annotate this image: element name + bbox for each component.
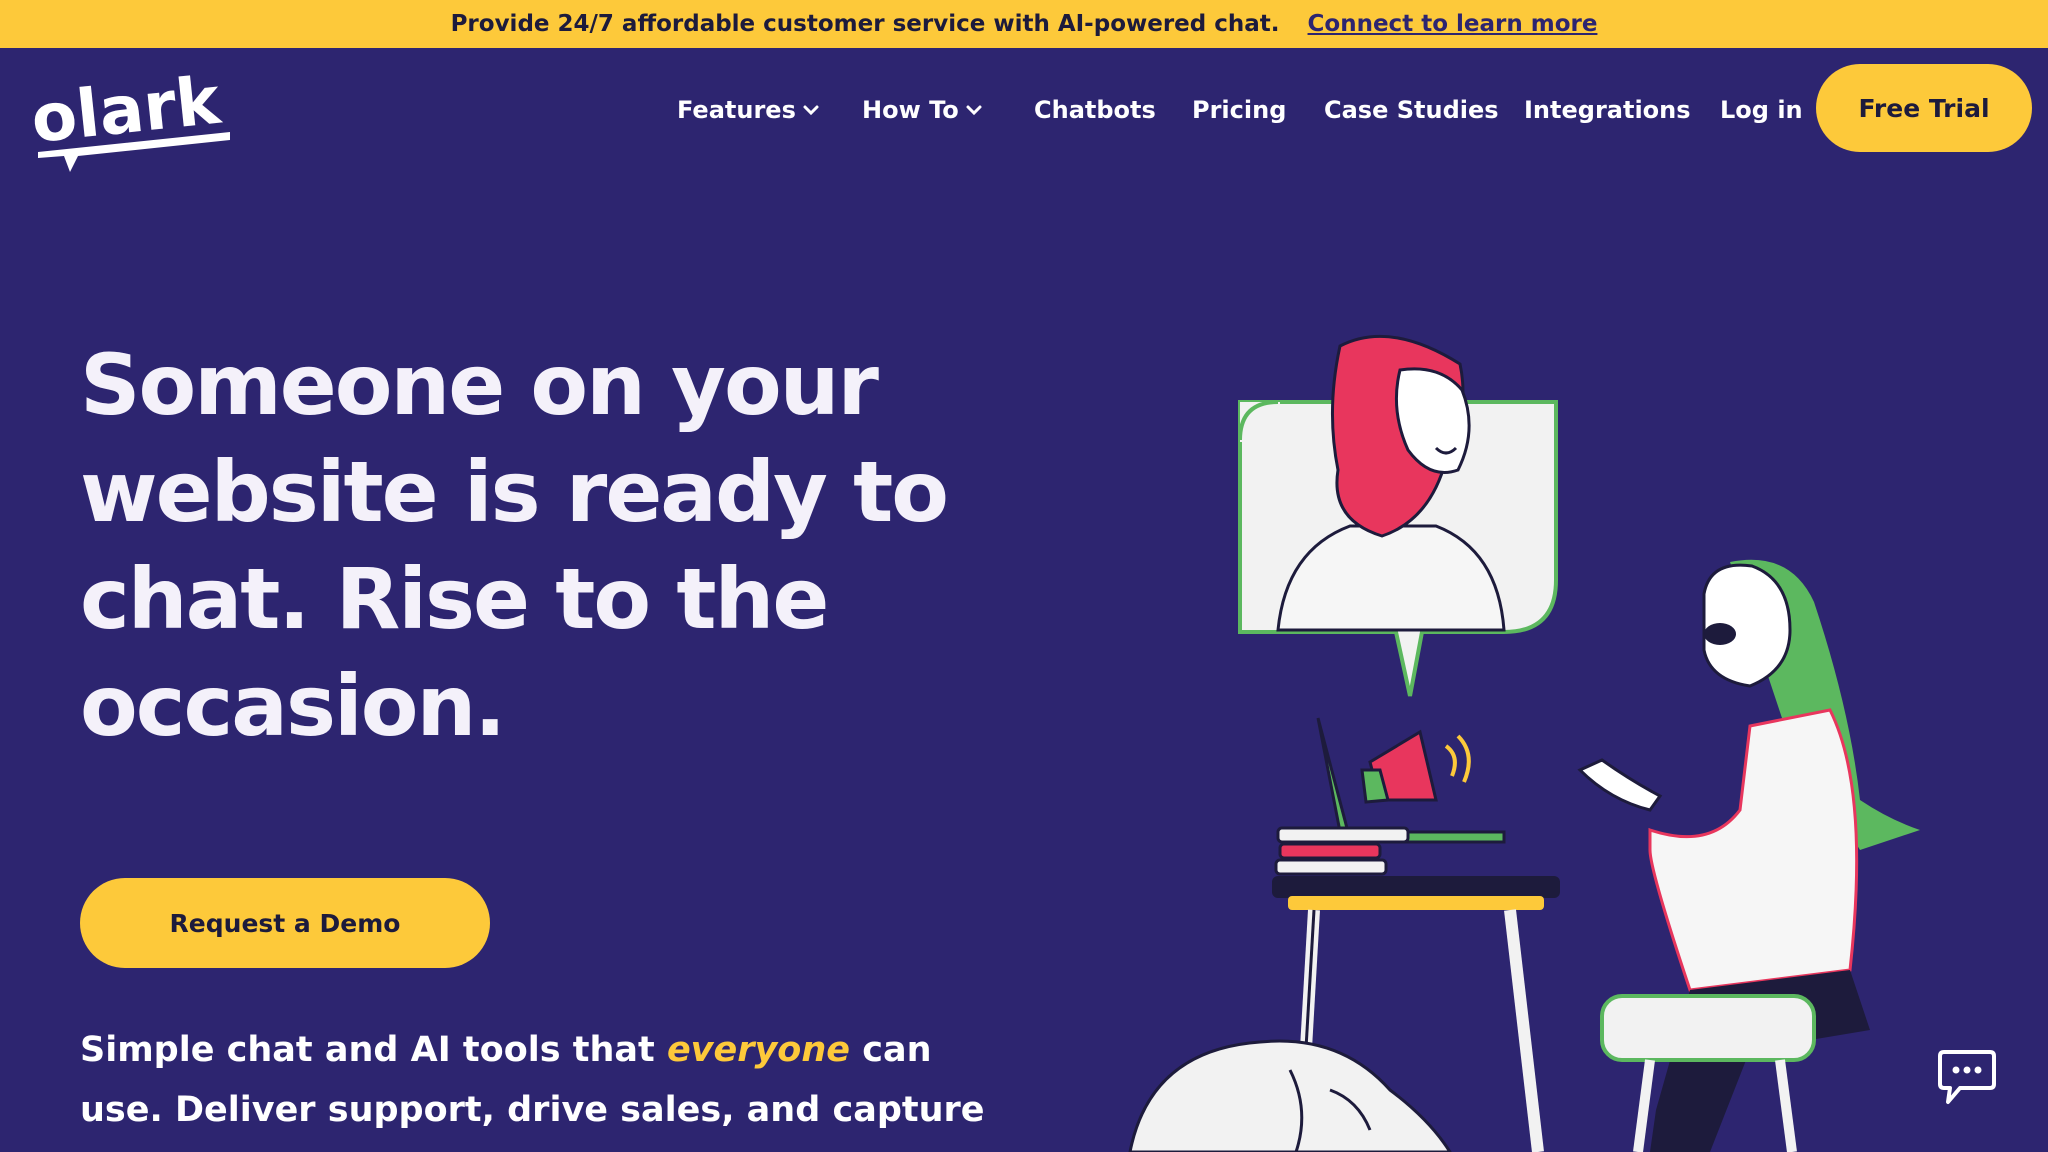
hero-illustration [1128,334,1920,1152]
hero-headline: Someone on your website is ready to chat… [80,332,980,760]
sleeping-dog [1128,1039,1452,1152]
nav-how-to[interactable]: How To [862,88,983,132]
chat-widget-icon[interactable] [1936,1050,1998,1106]
headline-line-4: occasion. [80,657,506,755]
main-nav: Features How To Chatbots Pricing Case St… [0,88,2048,132]
laptop [1316,717,1506,844]
nav-pricing[interactable]: Pricing [1192,88,1286,132]
announcement-link[interactable]: Connect to learn more [1308,11,1598,37]
announcement-bar: Provide 24/7 affordable customer service… [0,0,2048,48]
subtext-line-2: use. Deliver support, drive sales, and c… [80,1090,985,1130]
nav-integrations[interactable]: Integrations [1524,88,1691,132]
seated-woman [1577,559,1920,1152]
hero-subtext: Simple chat and AI tools that everyone c… [80,1020,985,1140]
subtext-line-1: Simple chat and AI tools that everyone c… [80,1020,931,1080]
nav-how-to-label: How To [862,96,959,124]
announcement-text: Provide 24/7 affordable customer service… [450,11,1280,37]
nav-features-label: Features [677,96,796,124]
chevron-down-icon [966,105,982,116]
subtext-part: can [850,1030,932,1070]
chevron-down-icon [803,105,819,116]
nav-login[interactable]: Log in [1720,88,1803,132]
request-demo-button[interactable]: Request a Demo [80,878,490,968]
headline-line-2: website is ready to [80,443,949,541]
books-stack [1274,826,1410,876]
headline-line-1: Someone on your [80,336,879,434]
nav-features[interactable]: Features [677,88,820,132]
headline-line-3: chat. Rise to the [80,550,829,648]
free-trial-button[interactable]: Free Trial [1816,64,2032,152]
subtext-part: Simple chat and AI tools that [80,1030,667,1070]
nav-case-studies[interactable]: Case Studies [1324,88,1499,132]
nav-chatbots[interactable]: Chatbots [1034,88,1156,132]
subtext-emphasis: everyone [666,1030,851,1070]
